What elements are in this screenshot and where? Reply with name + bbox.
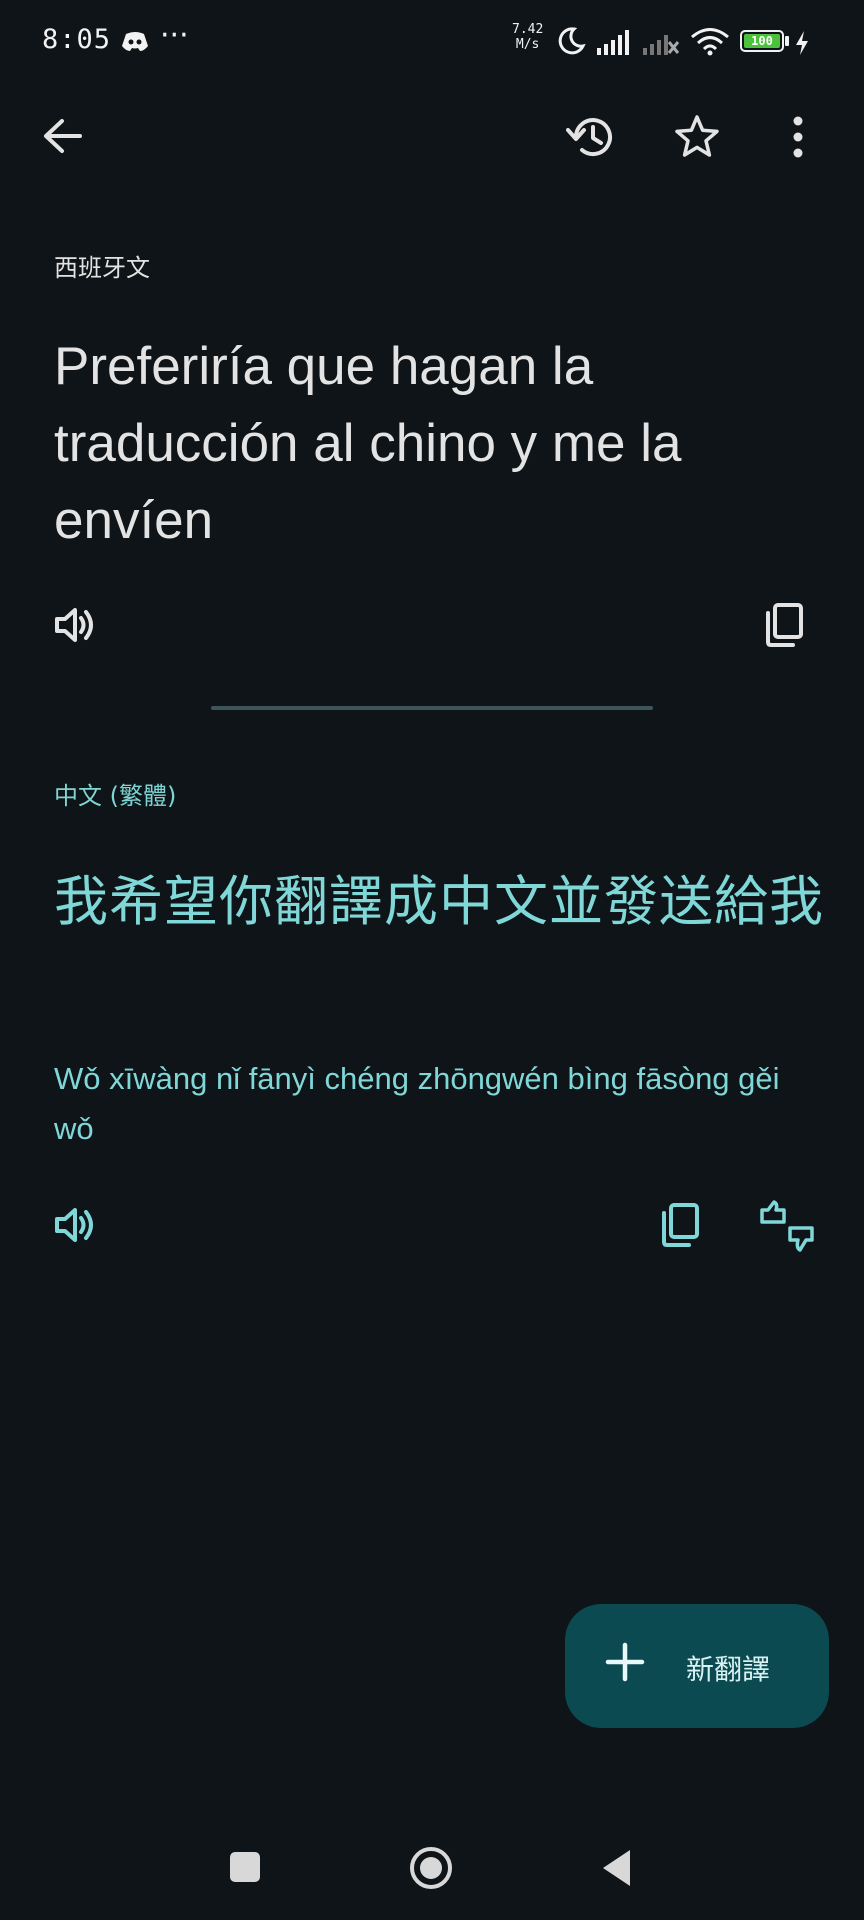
more-vert-icon[interactable] (790, 116, 806, 158)
back-nav-button[interactable] (600, 1848, 634, 1888)
network-speed: 7.42 M/s (512, 22, 544, 52)
new-translation-label: 新翻譯 (686, 1653, 771, 1686)
back-button[interactable] (40, 116, 84, 156)
speaker-icon[interactable] (54, 1205, 98, 1245)
plus-icon (605, 1642, 645, 1682)
charging-icon (794, 30, 810, 56)
speaker-icon[interactable] (54, 605, 98, 645)
feedback-thumbs-icon[interactable] (758, 1200, 816, 1252)
wifi-icon (690, 26, 730, 56)
transliteration-text: Wǒ xīwàng nǐ fānyì chéng zhōngwén bìng f… (54, 1061, 780, 1146)
target-language-label[interactable]: 中文 (繁體) (54, 776, 176, 811)
star-outline-icon[interactable] (674, 114, 720, 158)
copy-icon[interactable] (660, 1202, 700, 1248)
moon-icon (556, 26, 586, 56)
translated-text: 我希望你翻譯成中文並發送給我 (54, 870, 824, 933)
status-time: 8:05 (42, 24, 112, 55)
history-icon[interactable] (566, 114, 616, 160)
source-language-label[interactable]: 西班牙文 (54, 248, 150, 283)
copy-icon[interactable] (764, 602, 804, 648)
discord-icon (120, 30, 150, 54)
recents-nav-button[interactable] (228, 1850, 262, 1884)
signal-icon (596, 28, 634, 56)
battery-icon: 100 (740, 30, 784, 52)
panel-divider[interactable] (211, 706, 653, 710)
signal-no-service-icon (642, 28, 680, 56)
more-notifications-icon: ··· (160, 18, 189, 53)
source-text[interactable]: Preferiría que hagan la traducción al ch… (54, 328, 814, 559)
home-nav-button[interactable] (408, 1845, 454, 1891)
battery-tip (785, 36, 789, 46)
